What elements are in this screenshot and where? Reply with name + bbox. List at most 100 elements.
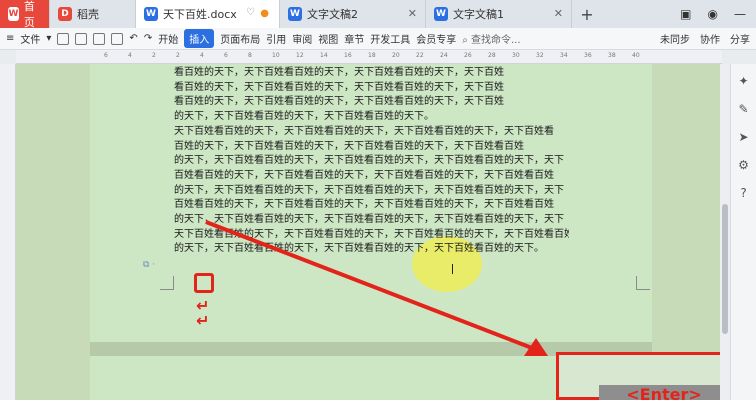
paragraph-handle-icon[interactable]: ⧉ · xyxy=(143,260,155,270)
layout-icon[interactable]: ▣ xyxy=(680,7,691,21)
tab-label: 稻壳 xyxy=(77,8,99,21)
tab-label: 文字文稿2 xyxy=(307,8,358,21)
minimize-icon[interactable]: — xyxy=(734,7,746,21)
horizontal-ruler[interactable]: 6 4 2 2 4 6 8 10 12 14 16 18 20 22 24 26 28 30 32 34 36 38 40 xyxy=(16,50,722,64)
text-line[interactable]: 百姓看百姓的天下，天下百姓看百姓的天下，天下百姓看百姓的天下，天下百姓看百姓 xyxy=(174,198,569,213)
ruler-tick-label: 30 xyxy=(512,52,520,59)
menu-icon[interactable]: ≡ xyxy=(6,33,14,44)
right-sidebar: ✦ ✎ ➤ ⚙ ? xyxy=(730,64,756,400)
window-controls: ▣ ◉ — xyxy=(680,0,756,28)
help-icon[interactable]: ? xyxy=(740,186,746,200)
close-icon[interactable]: ✕ xyxy=(554,7,563,20)
menu-references[interactable]: 引用 xyxy=(266,31,286,46)
ruler-tick-label: 4 xyxy=(128,52,132,59)
vertical-ruler[interactable] xyxy=(0,64,16,400)
save-icon[interactable] xyxy=(75,32,88,45)
ruler-tick-label: 20 xyxy=(392,52,400,59)
vertical-scrollbar[interactable] xyxy=(720,64,730,400)
ribbon-right-actions: 未同步 协作 分享 xyxy=(660,31,756,46)
text-line[interactable]: 百姓的天下，天下百姓看百姓的天下，天下百姓看百姓的天下，天下百姓看百姓 xyxy=(174,140,569,155)
text-line[interactable]: 天下百姓看百姓的天下，天下百姓看百姓的天下，天下百姓看百姓的天下，天下百姓看 xyxy=(174,125,569,140)
ruler-tick-label: 2 xyxy=(152,52,156,59)
menu-member[interactable]: 会员专享 xyxy=(416,31,456,46)
menu-sections[interactable]: 章节 xyxy=(344,31,364,46)
tab-label: 文字文稿1 xyxy=(453,8,504,21)
ruler-tick-label: 14 xyxy=(320,52,328,59)
menu-page-layout[interactable]: 页面布局 xyxy=(220,31,260,46)
text-line[interactable]: 看百姓的天下，天下百姓看百姓的天下，天下百姓看百姓的天下，天下百姓 xyxy=(174,66,569,81)
text-line[interactable]: 的天下，天下百姓看百姓的天下，天下百姓看百姓的天下。 xyxy=(174,110,569,125)
ruler-tick-label: 28 xyxy=(488,52,496,59)
menu-insert[interactable]: 插入 xyxy=(184,29,215,48)
text-line[interactable]: 看百姓的天下，天下百姓看百姓的天下，天下百姓看百姓的天下，天下百姓 xyxy=(174,81,569,96)
ruler-tick-label: 2 xyxy=(176,52,180,59)
menu-view[interactable]: 视图 xyxy=(318,31,338,46)
tab-label: 首页 xyxy=(23,0,35,29)
ruler-tick-label: 32 xyxy=(536,52,544,59)
writer-doc-icon: W xyxy=(144,7,158,21)
user-avatar-icon[interactable]: ◉ xyxy=(708,7,718,21)
search-icon: ⌕ xyxy=(462,35,471,46)
edit-pen-icon[interactable]: ✎ xyxy=(738,102,748,116)
tab-docer[interactable]: D 稻壳 xyxy=(50,0,136,28)
undo-icon[interactable]: ↶ xyxy=(129,33,137,44)
ruler-tick-label: 16 xyxy=(344,52,352,59)
text-line[interactable]: 百姓看百姓的天下，天下百姓看百姓的天下，天下百姓看百姓的天下，天下百姓看百姓 xyxy=(174,169,569,184)
writer-doc-icon: W xyxy=(434,7,448,21)
tab-label: 天下百姓.docx xyxy=(163,8,237,21)
text-line[interactable]: 的天下，天下百姓看百姓的天下，天下百姓看百姓的天下，天下百姓看百姓的天下，天下 xyxy=(174,184,569,199)
tab-document-1[interactable]: W 文字文稿1 ✕ xyxy=(426,0,572,28)
redo-icon[interactable]: ↷ xyxy=(144,33,152,44)
ruler-tick-label: 22 xyxy=(416,52,424,59)
settings-sliders-icon[interactable]: ⚙ xyxy=(738,158,749,172)
search-input[interactable]: ⌕ 查找命令... xyxy=(462,31,520,46)
ruler-tick-label: 38 xyxy=(608,52,616,59)
ruler-tick-label: 24 xyxy=(440,52,448,59)
pointer-icon[interactable]: ➤ xyxy=(738,130,748,144)
menu-developer[interactable]: 开发工具 xyxy=(370,31,410,46)
file-menu[interactable]: 文件 xyxy=(20,31,40,46)
text-line[interactable]: 的天下，天下百姓看百姓的天下，天下百姓看百姓的天下，天下百姓看百姓的天下。 xyxy=(174,242,569,257)
document-workspace[interactable]: 看百姓的天下，天下百姓看百姓的天下，天下百姓看百姓的天下，天下百姓 看百姓的天下，… xyxy=(16,64,722,400)
writer-doc-icon: W xyxy=(288,7,302,21)
annotation-return-mark: ↵ ↵ xyxy=(196,296,210,330)
text-cursor xyxy=(452,264,453,274)
text-line[interactable]: 看百姓的天下，天下百姓看百姓的天下，天下百姓看百姓的天下，天下百姓 xyxy=(174,95,569,110)
ruler-tick-label: 10 xyxy=(272,52,280,59)
menu-review[interactable]: 审阅 xyxy=(292,31,312,46)
text-line[interactable]: 的天下，天下百姓看百姓的天下，天下百姓看百姓的天下，天下百姓看百姓的天下，天下 xyxy=(174,213,569,228)
docer-icon: D xyxy=(58,7,72,21)
text-line[interactable]: 天下百姓看百姓的天下，天下百姓看百姓的天下，天下百姓看百姓的天下，天下百姓看百姓 xyxy=(174,228,569,243)
print-preview-icon[interactable] xyxy=(111,32,124,45)
collab-button[interactable]: 协作 xyxy=(700,31,720,46)
chevron-down-icon[interactable]: ▾ xyxy=(46,33,51,44)
ruler-tick-label: 18 xyxy=(368,52,376,59)
new-tab-button[interactable]: + xyxy=(572,0,602,28)
document-body-text[interactable]: 看百姓的天下，天下百姓看百姓的天下，天下百姓看百姓的天下，天下百姓 看百姓的天下，… xyxy=(174,66,569,257)
text-line[interactable]: 的天下，天下百姓看百姓的天下，天下百姓看百姓的天下，天下百姓看百姓的天下，天下 xyxy=(174,154,569,169)
navigation-icon[interactable]: ✦ xyxy=(738,74,748,88)
ruler-tick-label: 26 xyxy=(464,52,472,59)
ruler-tick-label: 40 xyxy=(632,52,640,59)
annotation-box xyxy=(194,273,214,293)
margin-corner-mark xyxy=(636,276,650,290)
ruler-tick-label: 8 xyxy=(248,52,252,59)
scrollbar-thumb[interactable] xyxy=(722,204,728,334)
tab-options-icon[interactable]: ♡ xyxy=(246,7,255,18)
tab-document-2[interactable]: W 文字文稿2 ✕ xyxy=(280,0,426,28)
tab-home[interactable]: W 首页 xyxy=(0,0,50,29)
margin-corner-mark xyxy=(160,276,174,290)
open-icon[interactable] xyxy=(57,32,70,45)
sync-status-button[interactable]: 未同步 xyxy=(660,31,690,46)
ruler-tick-label: 36 xyxy=(584,52,592,59)
print-icon[interactable] xyxy=(93,32,106,45)
tab-active-document[interactable]: W 天下百姓.docx ♡ ● xyxy=(136,0,280,28)
wps-home-icon: W xyxy=(8,7,19,21)
enter-key-label: <Enter> xyxy=(599,385,729,400)
tab-bar: W 首页 D 稻壳 W 天下百姓.docx ♡ ● W 文字文稿2 ✕ W 文字… xyxy=(0,0,756,29)
share-button[interactable]: 分享 xyxy=(730,31,750,46)
ruler-tick-label: 4 xyxy=(200,52,204,59)
menu-start[interactable]: 开始 xyxy=(158,31,178,46)
ruler-tick-label: 12 xyxy=(296,52,304,59)
close-icon[interactable]: ✕ xyxy=(408,7,417,20)
